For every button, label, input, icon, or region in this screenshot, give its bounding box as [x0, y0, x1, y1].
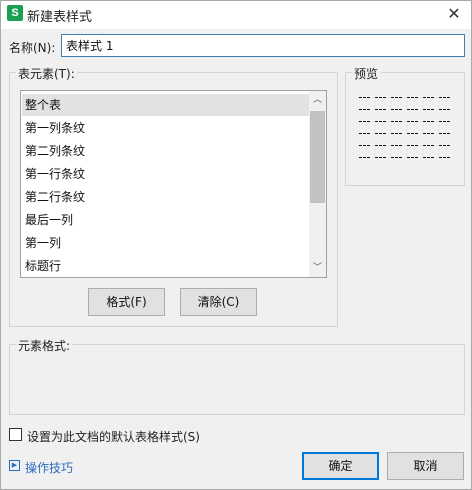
preview-cell-line — [375, 109, 386, 110]
preview-cell-line — [391, 109, 402, 110]
preview-label: 预览 — [352, 65, 381, 82]
preview-cell-line — [423, 97, 434, 98]
play-icon[interactable]: ▶ — [9, 460, 20, 471]
list-item[interactable]: 整个表 — [22, 94, 309, 116]
format-button[interactable]: 格式(F) — [88, 288, 165, 316]
preview-cell-line — [439, 157, 450, 158]
tips-link[interactable]: 操作技巧 — [25, 459, 73, 476]
preview-cell-line — [375, 121, 386, 122]
list-item[interactable]: 第二行条纹 — [22, 186, 309, 208]
preview-cell-line — [439, 109, 450, 110]
element-format-group — [9, 344, 465, 415]
preview-cell-line — [439, 121, 450, 122]
preview-cell-line — [391, 121, 402, 122]
preview-cell-line — [391, 97, 402, 98]
list-item[interactable]: 第一行条纹 — [22, 163, 309, 185]
list-item[interactable]: 第一列 — [22, 232, 309, 254]
table-elements-list[interactable]: 整个表 第一列条纹 第二列条纹 第一行条纹 第二行条纹 最后一列 第一列 标题行 ︿ ﹀ — [20, 90, 327, 278]
preview-cell-line — [375, 145, 386, 146]
preview-cell-line — [391, 157, 402, 158]
preview-cell-line — [423, 157, 434, 158]
list-item[interactable]: 第一列条纹 — [22, 117, 309, 139]
preview-cell-line — [439, 133, 450, 134]
new-table-style-dialog: S 新建表样式 ✕ 名称(N): 表样式 1 表元素(T): 整个表 第一列条纹第… — [0, 0, 472, 490]
preview-cell-line — [359, 145, 370, 146]
preview-cell-line — [407, 157, 418, 158]
dialog-title: 新建表样式 — [27, 10, 93, 25]
table-elements-label: 表元素(T): — [16, 65, 77, 82]
preview-cell-line — [439, 97, 450, 98]
list-item[interactable]: 最后一列 — [22, 209, 309, 231]
preview-cell-line — [359, 157, 370, 158]
preview-cell-line — [423, 145, 434, 146]
preview-cell-line — [407, 145, 418, 146]
scroll-thumb[interactable] — [310, 111, 325, 203]
preview-cell-line — [375, 133, 386, 134]
preview-cell-line — [423, 109, 434, 110]
clear-button[interactable]: 清除(C) — [180, 288, 257, 316]
preview-cell-line — [359, 109, 370, 110]
scroll-down-icon[interactable]: ﹀ — [309, 260, 326, 277]
name-input[interactable]: 表样式 1 — [61, 34, 465, 57]
preview-cell-line — [375, 157, 386, 158]
preview-cell-line — [359, 121, 370, 122]
preview-cell-line — [407, 109, 418, 110]
title-bar: S 新建表样式 ✕ — [1, 1, 471, 29]
default-style-checkbox[interactable] — [9, 428, 22, 441]
preview-cell-line — [439, 145, 450, 146]
preview-cell-line — [407, 133, 418, 134]
preview-cell-line — [423, 133, 434, 134]
preview-cell-line — [391, 145, 402, 146]
preview-cell-line — [407, 97, 418, 98]
preview-cell-line — [375, 97, 386, 98]
preview-cell-line — [359, 133, 370, 134]
default-style-label[interactable]: 设置为此文档的默认表格样式(S) — [27, 428, 200, 445]
preview-group — [345, 72, 465, 186]
preview-cell-line — [423, 121, 434, 122]
app-logo-icon: S — [7, 5, 23, 21]
element-format-label: 元素格式: — [16, 337, 73, 354]
preview-cell-line — [359, 97, 370, 98]
scroll-up-icon[interactable]: ︿ — [309, 92, 326, 109]
preview-cell-line — [407, 121, 418, 122]
list-item[interactable]: 第二列条纹 — [22, 140, 309, 162]
list-scrollbar[interactable]: ︿ ﹀ — [309, 91, 326, 277]
ok-button[interactable]: 确定 — [302, 452, 379, 480]
preview-cell-line — [391, 133, 402, 134]
cancel-button[interactable]: 取消 — [387, 452, 464, 480]
close-button[interactable]: ✕ — [437, 1, 471, 27]
list-item[interactable]: 标题行 — [22, 255, 309, 277]
name-label: 名称(N): — [9, 41, 56, 55]
